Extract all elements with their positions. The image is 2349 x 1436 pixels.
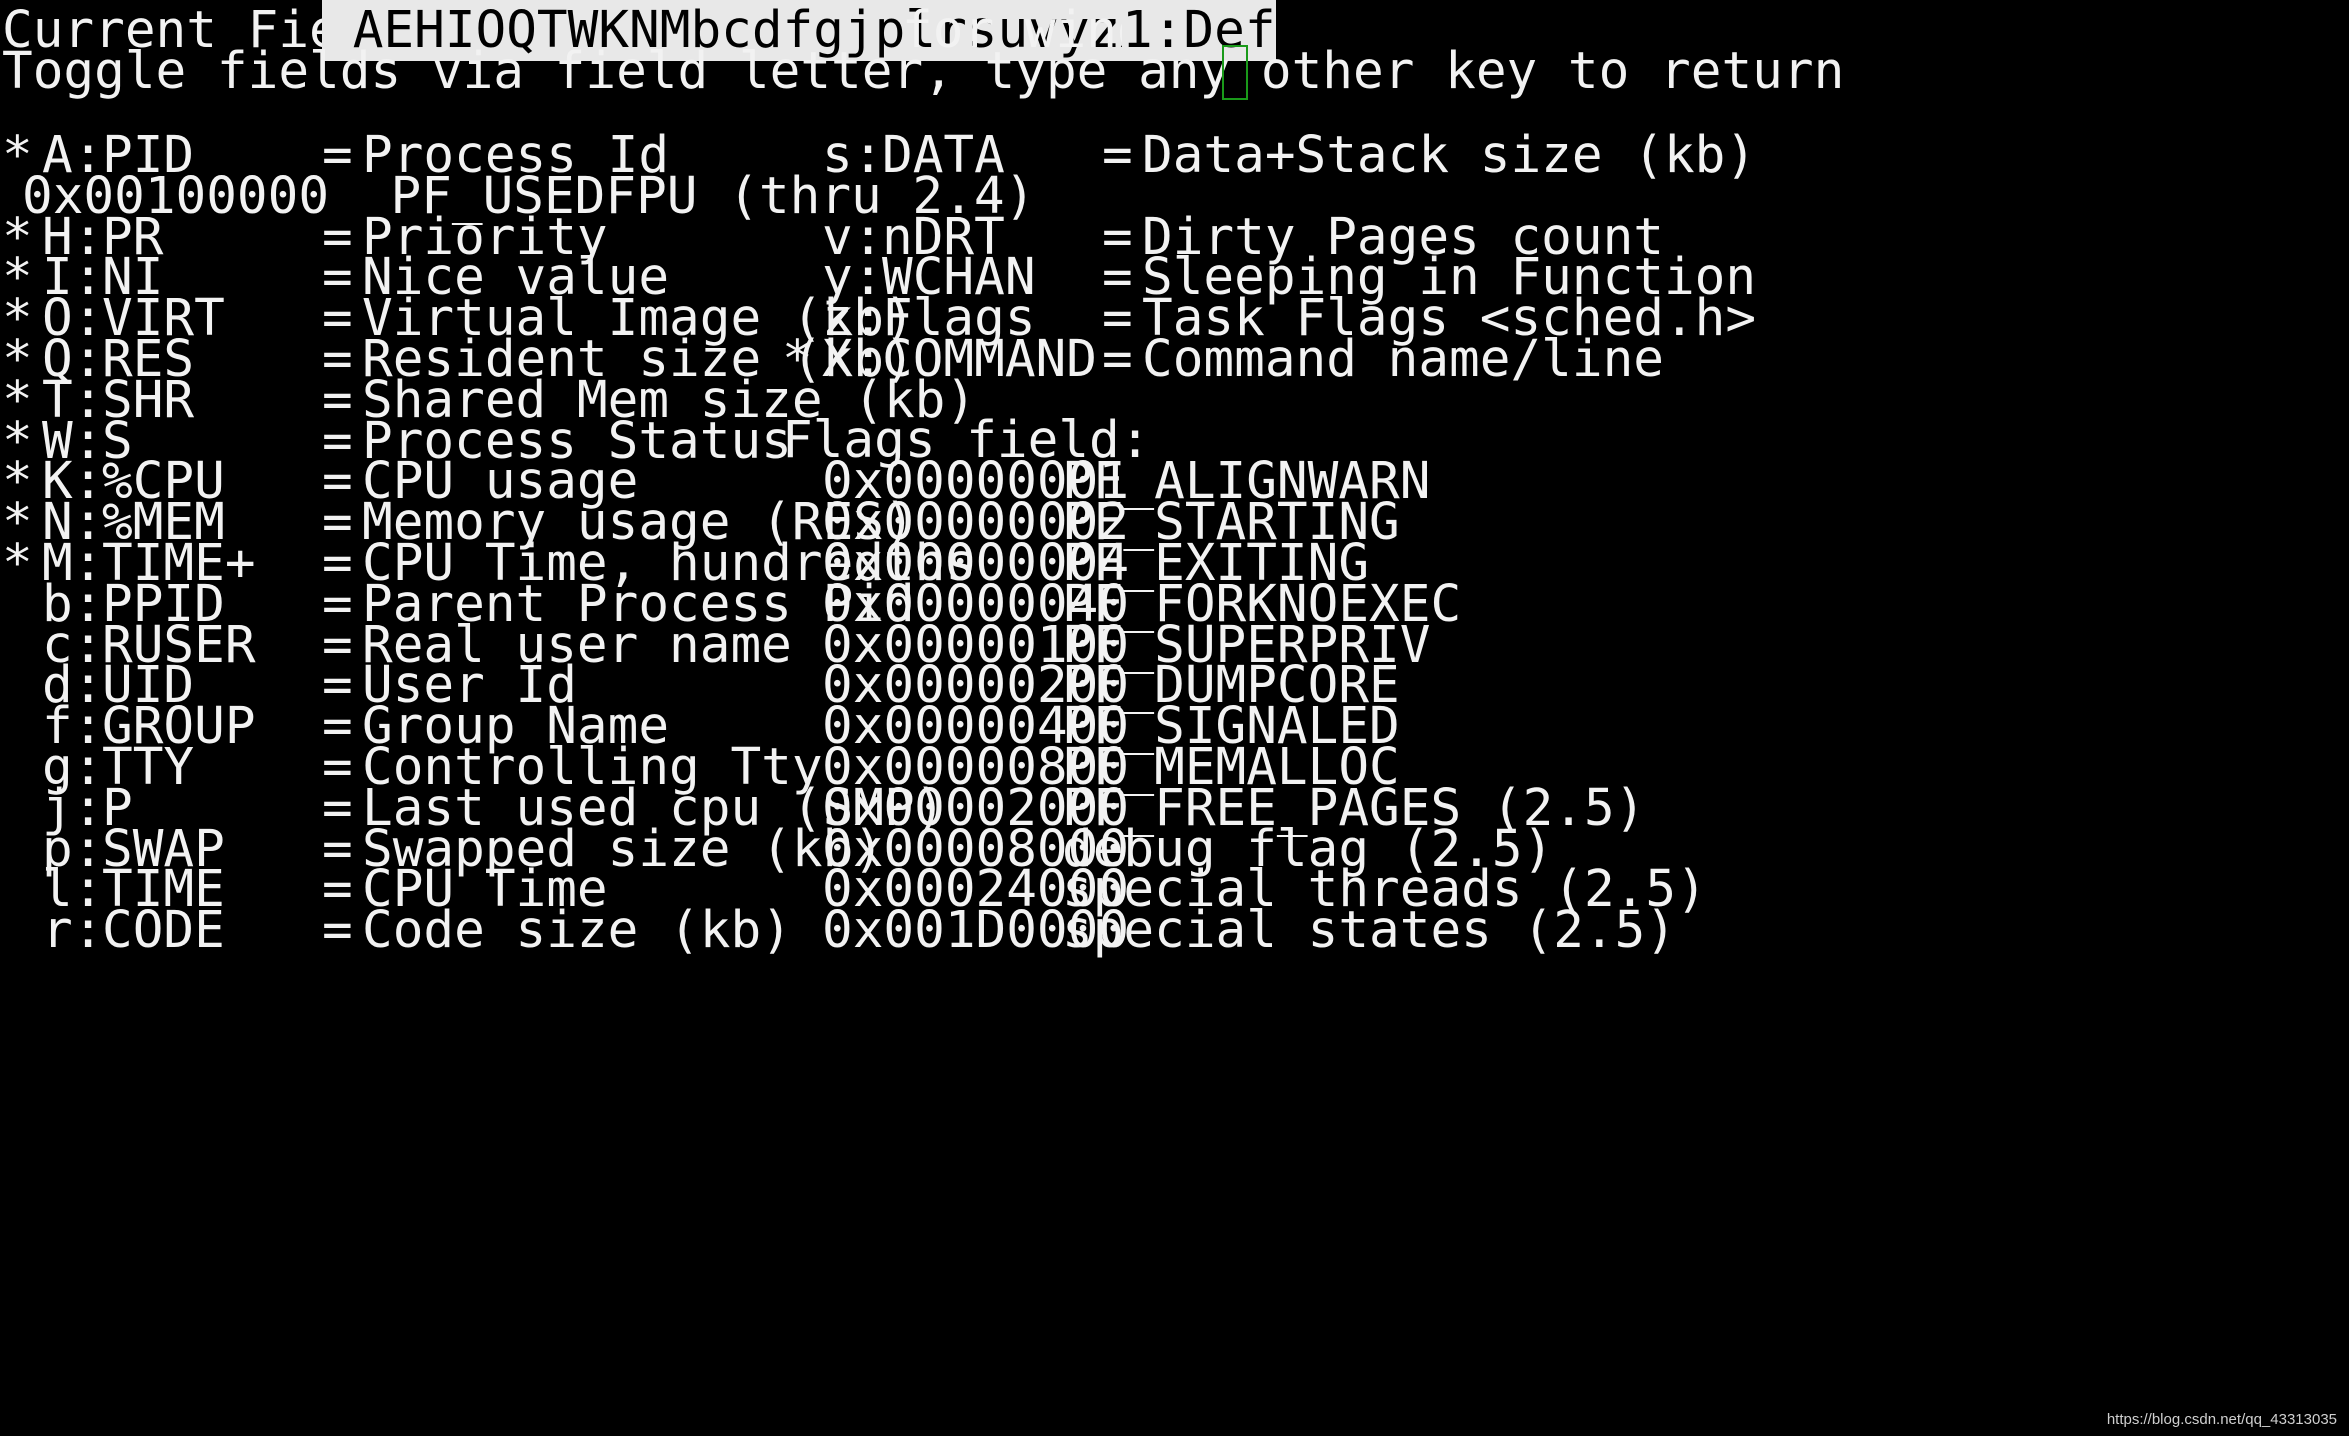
field-eq: = (1102, 126, 1133, 185)
watermark: https://blog.csdn.net/qq_43313035 (2106, 1411, 2337, 1428)
instruction-line: Toggle fields via field letter, type any… (0, 41, 1844, 102)
field-star: * (782, 330, 813, 389)
field-key: X: (822, 330, 884, 389)
field-desc: Command name/line (1142, 330, 1664, 389)
field-key: s: (822, 126, 884, 185)
field-desc: Code size (kb) (362, 901, 792, 961)
field-name: CODE (102, 901, 225, 961)
field-eq: = (1102, 330, 1133, 389)
field-key: r: (42, 901, 104, 961)
field-desc: Data+Stack size (kb) (1142, 126, 1757, 185)
terminal-cursor[interactable] (1222, 45, 1248, 100)
flag-label: special states (2.5) (1062, 901, 1677, 961)
field-name: DATA (882, 126, 1005, 185)
terminal-window[interactable]: Current Fields: AEHIOQTWKNMbcdfgjplrsuvy… (0, 0, 2349, 1436)
field-name: COMMAND (882, 330, 1097, 389)
field-eq: = (322, 901, 353, 961)
instruction-text: Toggle fields via field letter, type any… (2, 42, 1845, 101)
flags-heading-line: Flags field: (0, 410, 1150, 471)
